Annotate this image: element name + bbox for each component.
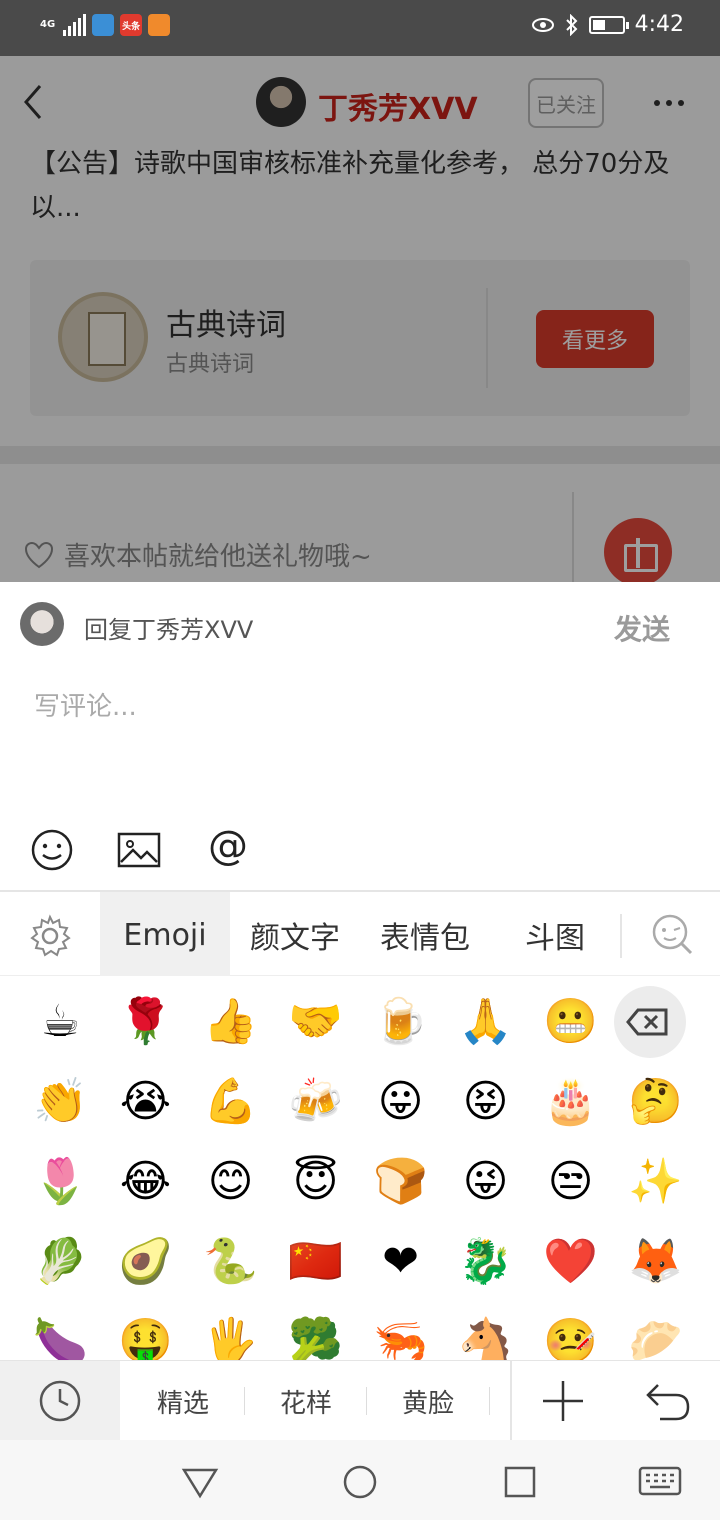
emoji-key[interactable]: 🍞: [358, 1142, 443, 1222]
system-navigation-bar: [0, 1440, 720, 1520]
emoji-key[interactable]: 🍺: [358, 982, 443, 1062]
emoji-key[interactable]: ❤: [358, 1222, 443, 1302]
modal-overlay[interactable]: [0, 56, 720, 582]
emoji-key[interactable]: 🐴: [443, 1302, 528, 1361]
network-type: 4G: [40, 19, 56, 30]
emoji-key[interactable]: 🤒: [528, 1302, 613, 1361]
video-notification-icon: [148, 14, 171, 36]
emoji-key[interactable]: 🥦: [273, 1302, 358, 1361]
emoji-key[interactable]: 🤔: [613, 1062, 698, 1142]
app-notification-icon: [92, 14, 115, 36]
emoji-key[interactable]: 🥟: [613, 1302, 698, 1361]
emoji-key[interactable]: 🖐: [188, 1302, 273, 1361]
bottom-bar-divider: [510, 1361, 512, 1441]
nav-home-icon[interactable]: [340, 1462, 380, 1502]
emoji-key[interactable]: 🍻: [273, 1062, 358, 1142]
emoji-key[interactable]: 😊: [188, 1142, 273, 1222]
reply-panel: 回复丁秀芳XVV 发送 @: [0, 582, 720, 890]
emoji-key[interactable]: 💪: [188, 1062, 273, 1142]
emoji-key[interactable]: 😛: [358, 1062, 443, 1142]
emoji-key[interactable]: 😝: [443, 1062, 528, 1142]
emoji-key[interactable]: 🥑: [103, 1222, 188, 1302]
emoji-key[interactable]: ✨: [613, 1142, 698, 1222]
category-featured[interactable]: 精选: [122, 1361, 244, 1441]
mention-icon[interactable]: @: [208, 824, 248, 868]
emoji-key[interactable]: 😒: [528, 1142, 613, 1222]
nav-recents-icon[interactable]: [500, 1462, 540, 1502]
emoji-key[interactable]: 🤝: [273, 982, 358, 1062]
emoji-key[interactable]: 🦐: [358, 1302, 443, 1361]
tab-kaomoji[interactable]: 颜文字: [230, 892, 360, 978]
send-button[interactable]: 发送: [614, 608, 670, 648]
keyboard-tabs: Emoji 颜文字 表情包 斗图: [0, 890, 720, 978]
nav-back-icon[interactable]: [180, 1462, 220, 1502]
add-icon[interactable]: [541, 1379, 585, 1423]
toutiao-notification-icon: 头条: [120, 14, 143, 36]
recent-clock-icon: [39, 1380, 81, 1422]
emoji-key[interactable]: ❤️: [528, 1222, 613, 1302]
tab-separator: [620, 914, 622, 958]
emoji-key[interactable]: 😭: [103, 1062, 188, 1142]
emoji-key[interactable]: 🙏: [443, 982, 528, 1062]
emoji-key[interactable]: 🐉: [443, 1222, 528, 1302]
emoji-key[interactable]: ☕: [18, 982, 103, 1062]
category-yellow-face[interactable]: 黄脸: [367, 1361, 489, 1441]
emoji-key[interactable]: 🇨🇳: [273, 1222, 358, 1302]
image-icon[interactable]: [117, 828, 161, 872]
status-right: 4:42: [531, 12, 684, 37]
emoji-grid: ☕ 🌹 👍 🤝 🍺 🙏 😬 👏 😭 💪 🍻 😛 😝 🎂 🤔 🌷 😂 😊 😇 🍞 😜 😒 ✨ 🥬 🥑 🐍 🇨🇳 ❤ 🐉 ❤️ 🦊 🍆 🤑 🖐 🥦 🦐 🐴 🤒…: [0, 976, 720, 1360]
status-bar: 4G 头条 4:42: [0, 0, 720, 56]
emoji-key[interactable]: 🐍: [188, 1222, 273, 1302]
backspace-icon: [626, 1008, 668, 1036]
battery-icon: [588, 15, 629, 34]
status-time: 4:42: [634, 12, 684, 37]
comment-input[interactable]: [34, 682, 684, 732]
status-left: 4G 头条: [40, 14, 171, 36]
emoji-key[interactable]: 👏: [18, 1062, 103, 1142]
tab-stickers[interactable]: 表情包: [360, 892, 490, 978]
emoji-key[interactable]: 😂: [103, 1142, 188, 1222]
recent-tab[interactable]: [0, 1361, 120, 1441]
emoji-toggle-icon[interactable]: [30, 828, 74, 872]
emoji-key[interactable]: 🌷: [18, 1142, 103, 1222]
signal-icon: [63, 14, 87, 36]
tab-meme-battle[interactable]: 斗图: [490, 892, 620, 978]
settings-gear-icon[interactable]: [28, 914, 72, 958]
emoji-key[interactable]: 👍: [188, 982, 273, 1062]
backspace-button[interactable]: [614, 986, 686, 1058]
emoji-search-icon[interactable]: [650, 912, 694, 956]
emoji-key[interactable]: 😬: [528, 982, 613, 1062]
emoji-key[interactable]: 🎂: [528, 1062, 613, 1142]
bluetooth-icon: [565, 13, 578, 36]
emoji-key[interactable]: 😜: [443, 1142, 528, 1222]
keyboard-switch-icon[interactable]: [638, 1462, 682, 1502]
emoji-key[interactable]: 🍆: [18, 1302, 103, 1361]
return-icon[interactable]: [644, 1379, 692, 1423]
category-fancy[interactable]: 花样: [245, 1361, 367, 1441]
emoji-key[interactable]: 🦊: [613, 1222, 698, 1302]
emoji-key[interactable]: 🌹: [103, 982, 188, 1062]
tab-emoji[interactable]: Emoji: [100, 892, 230, 978]
emoji-key[interactable]: 🥬: [18, 1222, 103, 1302]
emoji-key[interactable]: 🤑: [103, 1302, 188, 1361]
user-avatar: [20, 602, 64, 646]
emoji-key[interactable]: 😇: [273, 1142, 358, 1222]
category-separator: [489, 1387, 490, 1415]
emoji-category-bar: 精选 花样 黄脸: [0, 1360, 720, 1441]
reply-to-label: 回复丁秀芳XVV: [84, 616, 254, 644]
eye-icon: [531, 17, 554, 32]
